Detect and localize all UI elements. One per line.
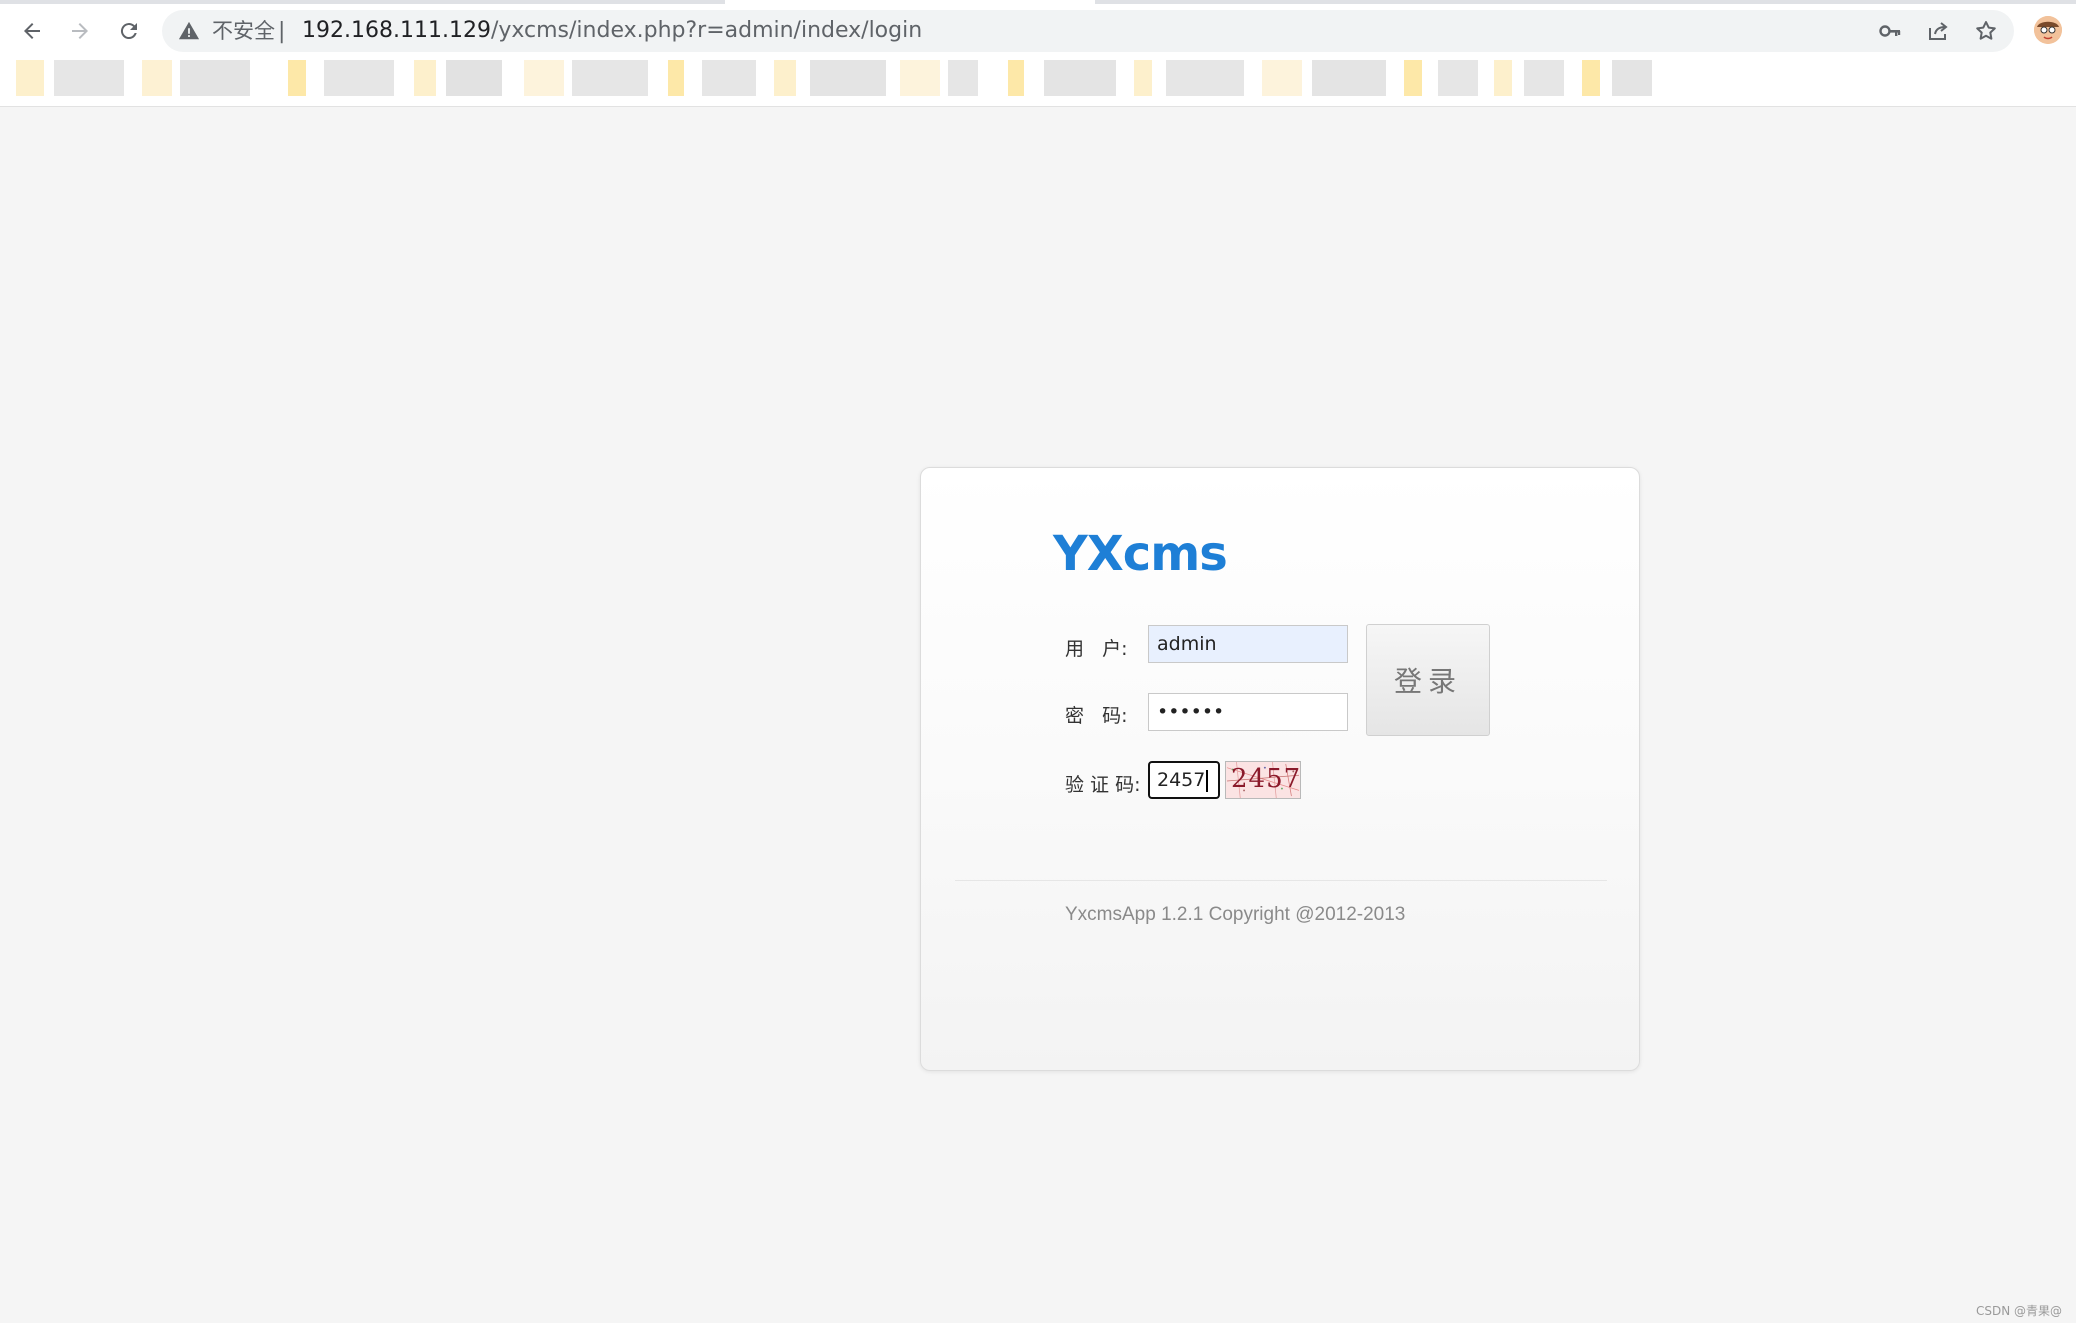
avatar-icon bbox=[2034, 16, 2062, 44]
site-logo: YXcms bbox=[1053, 526, 1228, 582]
bookmark-item[interactable] bbox=[54, 60, 124, 96]
bookmark-item[interactable] bbox=[142, 60, 172, 96]
bookmark-item[interactable] bbox=[1166, 60, 1244, 96]
bookmark-item[interactable] bbox=[16, 60, 44, 96]
bookmark-item[interactable] bbox=[414, 60, 436, 96]
captcha-label: 验 证 码: bbox=[1065, 774, 1141, 796]
address-bar[interactable]: 不安全 | 192.168.111.129/yxcms/index.php?r=… bbox=[162, 10, 2014, 52]
bookmark-item[interactable] bbox=[572, 60, 648, 96]
tab-strip bbox=[0, 0, 2076, 4]
copyright-text: YxcmsApp 1.2.1 Copyright @2012-2013 bbox=[1065, 904, 1406, 925]
password-field[interactable]: •••••• bbox=[1148, 693, 1348, 731]
bookmark-item[interactable] bbox=[1612, 60, 1652, 96]
bookmark-item[interactable] bbox=[1404, 60, 1422, 96]
username-field[interactable]: admin bbox=[1148, 625, 1348, 663]
bookmark-item[interactable] bbox=[288, 60, 306, 96]
captcha-image-text: 2457 bbox=[1231, 764, 1301, 794]
footer-divider bbox=[955, 880, 1607, 881]
password-label: 密 码: bbox=[1065, 705, 1128, 727]
bookmark-item[interactable] bbox=[948, 60, 978, 96]
reload-icon bbox=[120, 23, 137, 40]
bookmark-item[interactable] bbox=[1044, 60, 1116, 96]
bookmark-item[interactable] bbox=[524, 60, 564, 96]
bookmark-item[interactable] bbox=[774, 60, 796, 96]
captcha-image[interactable]: 2457 bbox=[1225, 761, 1301, 799]
captcha-field-value: 2457 bbox=[1157, 769, 1206, 791]
bookmark-item[interactable] bbox=[1008, 60, 1024, 96]
url-text[interactable]: 192.168.111.129/yxcms/index.php?r=admin/… bbox=[302, 18, 922, 44]
active-tab-indicator bbox=[725, 0, 1095, 4]
watermark: CSDN @青果@ bbox=[1975, 1304, 2062, 1318]
username-label: 用 户: bbox=[1065, 638, 1128, 660]
bookmark-item[interactable] bbox=[900, 60, 940, 96]
text-cursor bbox=[1206, 769, 1209, 792]
warning-icon[interactable] bbox=[178, 20, 200, 42]
reload-button[interactable] bbox=[110, 12, 148, 50]
security-status[interactable]: 不安全 bbox=[212, 18, 275, 44]
bookmark-item[interactable] bbox=[810, 60, 886, 96]
back-button[interactable] bbox=[13, 12, 51, 50]
bookmark-item[interactable] bbox=[180, 60, 250, 96]
browser-chrome: 不安全 | 192.168.111.129/yxcms/index.php?r=… bbox=[0, 0, 2076, 107]
bookmark-item[interactable] bbox=[1524, 60, 1564, 96]
bookmark-item[interactable] bbox=[1438, 60, 1478, 96]
forward-button[interactable] bbox=[61, 12, 99, 50]
bookmark-item[interactable] bbox=[1262, 60, 1302, 96]
login-button[interactable]: 登录 bbox=[1366, 624, 1490, 736]
captcha-field[interactable]: 2457 bbox=[1148, 761, 1220, 799]
key-icon[interactable] bbox=[1878, 19, 1902, 43]
url-host: 192.168.111.129 bbox=[302, 18, 491, 43]
login-card: YXcms 用 户: admin 密 码: •••••• 验 证 码: 2457… bbox=[920, 467, 1640, 1071]
bookmark-item[interactable] bbox=[1494, 60, 1512, 96]
bookmark-item[interactable] bbox=[1312, 60, 1386, 96]
share-icon[interactable] bbox=[1926, 19, 1950, 43]
bookmarks-bar bbox=[16, 60, 1696, 96]
bookmark-item[interactable] bbox=[668, 60, 684, 96]
profile-avatar[interactable] bbox=[2034, 16, 2062, 44]
star-icon[interactable] bbox=[1974, 19, 1998, 43]
bookmark-item[interactable] bbox=[446, 60, 502, 96]
bookmark-item[interactable] bbox=[324, 60, 394, 96]
url-separator: | bbox=[278, 19, 286, 44]
bookmark-item[interactable] bbox=[702, 60, 756, 96]
page-content: YXcms 用 户: admin 密 码: •••••• 验 证 码: 2457… bbox=[0, 107, 2076, 1323]
bookmark-item[interactable] bbox=[1582, 60, 1600, 96]
bookmark-item[interactable] bbox=[1134, 60, 1152, 96]
forward-icon bbox=[72, 23, 88, 39]
url-path: /yxcms/index.php?r=admin/index/login bbox=[490, 18, 923, 43]
back-icon bbox=[24, 23, 40, 39]
